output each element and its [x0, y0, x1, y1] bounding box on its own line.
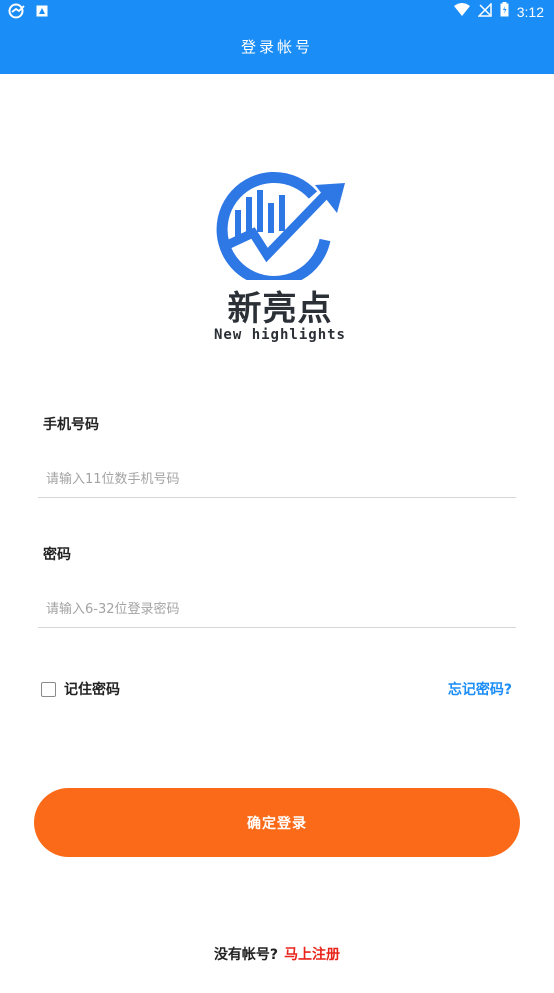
password-label: 密码: [43, 547, 71, 563]
password-input[interactable]: [38, 592, 516, 628]
login-screen: 3:12 登录帐号 新亮点 New highlights 手机号码 密码 记住密…: [0, 0, 554, 993]
wifi-icon: [453, 3, 470, 20]
remember-label: 记住密码: [64, 682, 120, 698]
forgot-password-link[interactable]: 忘记密码?: [448, 679, 512, 699]
register-question: 没有帐号?: [213, 947, 279, 963]
register-prompt: 没有帐号? 马上注册: [0, 944, 554, 964]
login-button[interactable]: 确定登录: [34, 788, 520, 857]
phone-input[interactable]: [38, 462, 516, 498]
battery-icon: [500, 2, 509, 21]
remember-checkbox[interactable]: [41, 681, 56, 697]
app-header: 3:12 登录帐号: [0, 0, 554, 74]
status-bar: 3:12: [0, 0, 554, 24]
image-notification-icon: [36, 5, 48, 21]
phone-label: 手机号码: [43, 417, 99, 433]
logo-english-name: New highlights: [213, 327, 346, 343]
remember-password[interactable]: 记住密码: [41, 679, 120, 699]
no-signal-icon: [476, 1, 492, 21]
page-title: 登录帐号: [240, 38, 313, 56]
logo-chinese-name: 新亮点: [227, 289, 333, 329]
logo-chart-icon: [216, 172, 345, 280]
status-time: 3:12: [516, 3, 544, 20]
register-link[interactable]: 马上注册: [284, 947, 340, 963]
app-logo: 新亮点 New highlights: [205, 155, 355, 345]
app-notification-icon: [8, 3, 26, 23]
